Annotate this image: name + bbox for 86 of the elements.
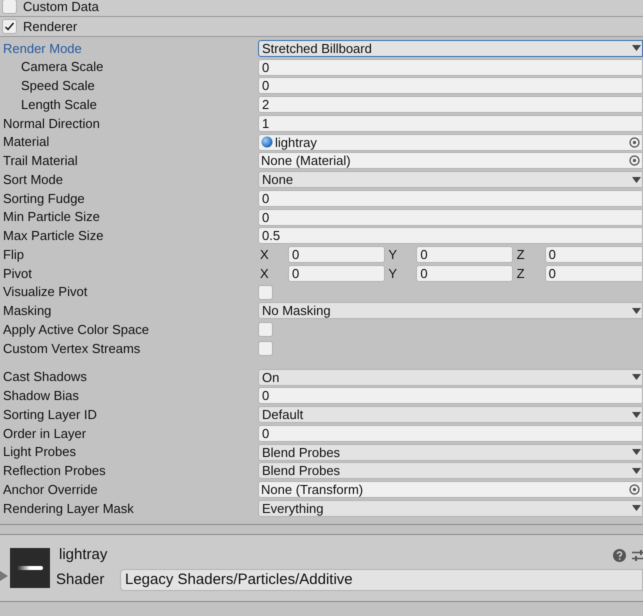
checkbox[interactable] (258, 322, 273, 338)
number-field[interactable]: 0 (258, 424, 643, 442)
checkbox[interactable] (258, 340, 273, 356)
property-label: Light Probes (2, 443, 77, 462)
axis-label: Z (516, 246, 526, 264)
number-field[interactable]: 0 (544, 264, 643, 282)
dropdown[interactable]: Blend Probes (258, 444, 643, 461)
property-label: Sort Mode (2, 170, 64, 189)
dropdown[interactable]: Default (258, 406, 643, 424)
property-label: Reflection Probes (2, 462, 107, 480)
number-field[interactable]: 0 (288, 246, 385, 264)
dropdown[interactable]: Blend Probes (258, 462, 643, 480)
dropdown[interactable]: Everything (258, 500, 643, 517)
dropdown[interactable]: None (258, 171, 643, 188)
dropdown-arrow-icon (632, 468, 641, 474)
target-icon[interactable] (629, 484, 640, 496)
dropdown[interactable]: Stretched Billboard (258, 40, 643, 57)
number-field[interactable]: 0 (544, 246, 643, 264)
module-title: Renderer (23, 18, 78, 36)
foldout-arrow-icon[interactable] (0, 570, 8, 581)
material-name: lightray (59, 545, 108, 566)
sliders-icon[interactable] (632, 549, 643, 562)
checkmark-icon (4, 21, 15, 32)
dropdown-arrow-icon (632, 45, 641, 52)
module-title: Custom Data (23, 0, 99, 16)
number-field[interactable]: 0 (416, 264, 514, 282)
sphere-icon (261, 136, 273, 148)
property-label: Material (2, 133, 50, 152)
axis-label: Z (516, 264, 526, 283)
target-icon[interactable] (629, 136, 640, 148)
object-field[interactable]: None (Transform) (258, 481, 643, 498)
dropdown-arrow-icon (632, 176, 641, 183)
dropdown-arrow-icon (632, 374, 641, 380)
object-field[interactable]: None (Material) (258, 152, 643, 170)
property-label: Anchor Override (2, 480, 99, 499)
shader-label: Shader (56, 570, 106, 590)
dropdown-arrow-icon (632, 505, 641, 512)
property-label: Visualize Pivot (2, 283, 88, 302)
property-label: Render Mode (2, 40, 83, 58)
dropdown[interactable]: On (258, 368, 643, 386)
number-field[interactable]: 0 (258, 208, 643, 226)
number-field[interactable]: 0 (416, 246, 514, 264)
property-label: Min Particle Size (2, 208, 101, 226)
property-label: Max Particle Size (2, 227, 104, 246)
axis-label: X (259, 264, 270, 283)
number-field[interactable]: 0 (258, 77, 643, 94)
shader-dropdown[interactable]: Legacy Shaders/Particles/Additive (120, 569, 643, 591)
number-field[interactable]: 0 (288, 264, 385, 282)
axis-label: Y (387, 246, 398, 264)
number-field[interactable]: 0 (258, 387, 643, 404)
property-label: Speed Scale (20, 77, 96, 96)
property-label: Cast Shadows (2, 368, 88, 386)
property-label: Custom Vertex Streams (2, 340, 142, 358)
property-label: Masking (2, 302, 52, 320)
object-field[interactable]: lightray (258, 134, 643, 151)
property-label: Trail Material (2, 152, 79, 170)
number-field[interactable]: 0 (258, 190, 643, 207)
help-icon[interactable] (613, 549, 626, 562)
dropdown-arrow-icon (632, 308, 641, 314)
property-label: Flip (2, 246, 25, 264)
property-label: Rendering Layer Mask (2, 500, 135, 518)
property-label: Apply Active Color Space (2, 320, 150, 339)
property-label: Sorting Layer ID (2, 406, 98, 424)
property-label: Camera Scale (20, 58, 104, 76)
axis-label: Y (387, 264, 398, 283)
target-icon[interactable] (629, 155, 640, 166)
module-header[interactable]: Renderer (0, 17, 643, 37)
checkbox[interactable] (2, 0, 17, 14)
property-label: Length Scale (20, 96, 98, 114)
property-label: Shadow Bias (2, 387, 80, 406)
module-header[interactable]: Custom Data (0, 0, 643, 17)
dropdown-arrow-icon (632, 412, 641, 418)
number-field[interactable]: 2 (258, 96, 643, 114)
number-field[interactable]: 0.5 (258, 227, 643, 244)
checkbox[interactable] (2, 19, 17, 34)
property-label: Order in Layer (2, 424, 88, 443)
property-label: Normal Direction (2, 114, 101, 133)
number-field[interactable]: 1 (258, 114, 643, 132)
dropdown[interactable]: No Masking (258, 302, 643, 320)
dropdown-arrow-icon (632, 449, 641, 456)
checkbox[interactable] (258, 284, 273, 300)
property-label: Sorting Fudge (2, 190, 86, 208)
material-thumbnail (10, 548, 50, 588)
number-field[interactable]: 0 (258, 58, 643, 76)
property-label: Pivot (2, 264, 33, 283)
axis-label: X (259, 246, 270, 264)
